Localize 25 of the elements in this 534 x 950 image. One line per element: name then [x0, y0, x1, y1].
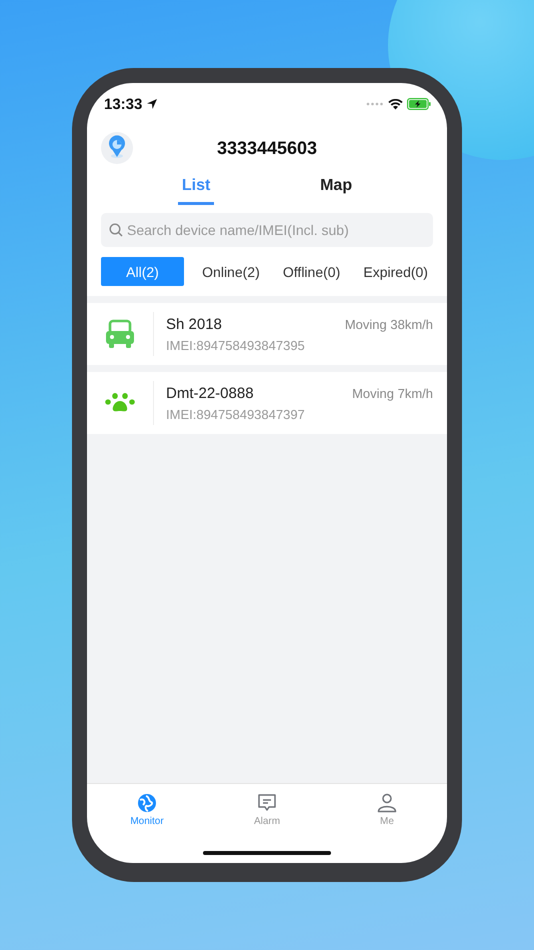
device-imei: IMEI:894758493847397 — [166, 406, 306, 422]
device-row[interactable]: Sh 2018 Moving 38km/h IMEI:894758493847395 — [87, 303, 447, 365]
device-status: Moving 7km/h — [352, 386, 433, 400]
globe-icon — [137, 793, 157, 813]
device-row[interactable]: Dmt-22-0888 Moving 7km/h IMEI:894758493847397 — [87, 372, 447, 434]
header-title: 3333445603 — [216, 138, 318, 158]
view-tab[interactable]: Map — [316, 177, 356, 205]
car-icon — [104, 319, 136, 349]
battery-charging-icon — [407, 98, 431, 110]
filter-tab[interactable]: Offline(0) — [278, 257, 346, 286]
device-imei: IMEI:894758493847395 — [166, 338, 306, 352]
search-icon — [109, 223, 123, 237]
device-name: Dmt-22-0888 — [166, 384, 254, 402]
wifi-icon — [388, 98, 403, 110]
device-name: Sh 2018 — [166, 316, 222, 332]
app-logo-icon — [101, 132, 133, 164]
filter-tab[interactable]: Expired(0) — [358, 257, 433, 286]
filter-tab[interactable]: Online(2) — [197, 257, 265, 286]
user-icon — [377, 793, 397, 813]
device-status: Moving 38km/h — [344, 316, 433, 332]
clock-time: 13:33 — [104, 96, 142, 112]
search-field[interactable]: Search device name/IMEI(Incl. sub) — [101, 213, 433, 247]
signal-dots-icon — [366, 102, 384, 106]
message-icon — [257, 793, 277, 813]
location-arrow-icon — [146, 98, 158, 110]
